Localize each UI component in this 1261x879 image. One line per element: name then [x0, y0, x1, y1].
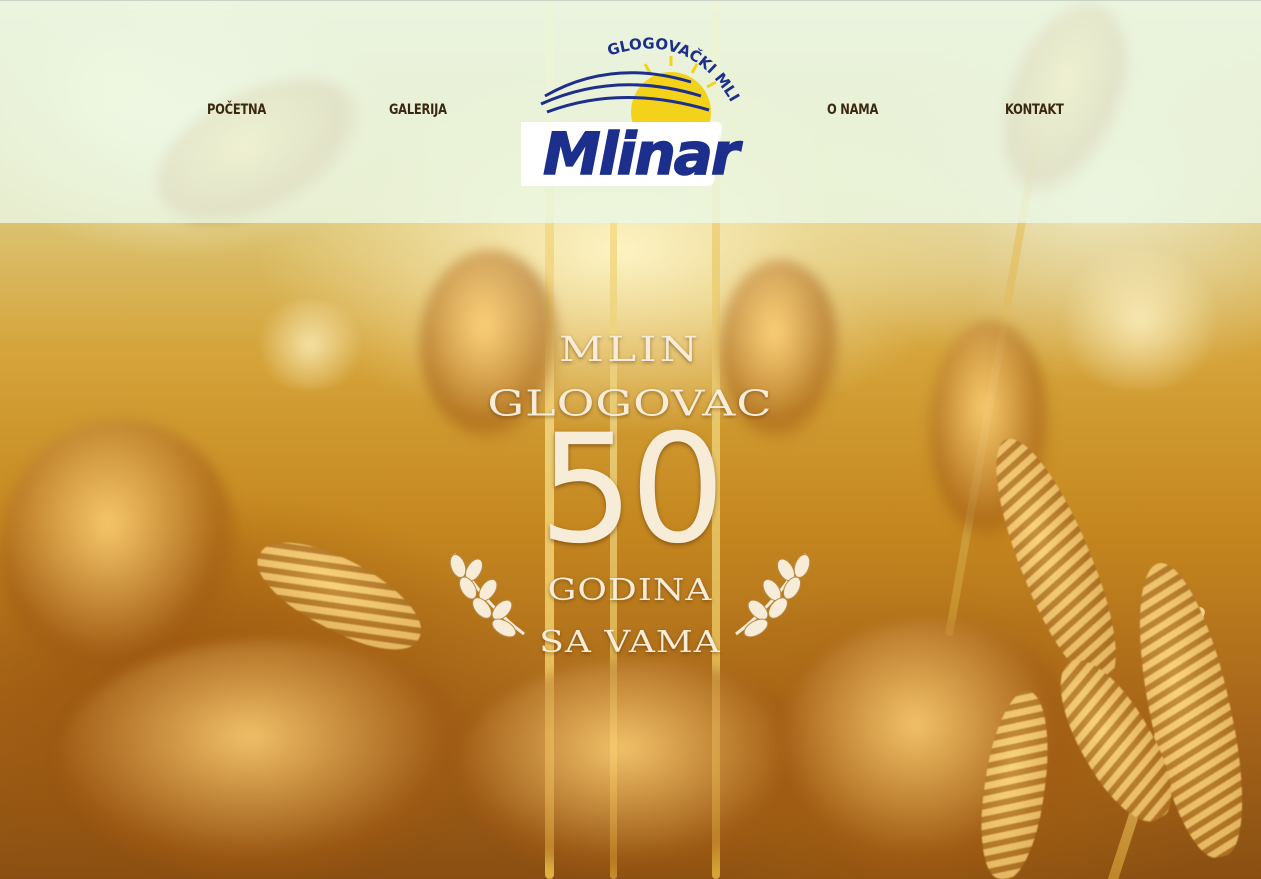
nav-link-kontakt[interactable]: KONTAKT — [1005, 102, 1064, 118]
anniversary-badge: MLIN GLOGOVAC 50 GODINA SA VAMA — [440, 318, 820, 678]
site-logo[interactable]: GLOGOVAČKI MLIN Mlinar — [506, 20, 746, 194]
logo-brand: Mlinar — [543, 120, 743, 188]
mlinar-logo: GLOGOVAČKI MLIN Mlinar — [506, 20, 746, 189]
bokeh-light — [250, 300, 370, 390]
nav-link-galerija[interactable]: GALERIJA — [389, 102, 447, 118]
badge-line-mlin: MLIN — [558, 329, 702, 370]
badge-line-godina: GODINA — [547, 573, 713, 608]
logo-arc-text: GLOGOVAČKI MLIN — [521, 34, 743, 105]
wheat-ear-blurred — [0, 420, 240, 680]
bokeh-light — [1050, 250, 1230, 390]
nav-link-pocetna[interactable]: POČETNA — [207, 102, 266, 118]
badge-line-sa-vama: SA VAMA — [539, 625, 721, 660]
wheat-ear-blurred — [460, 660, 820, 879]
nav-link-o-nama[interactable]: O NAMA — [827, 102, 878, 118]
wheat-ear-blurred — [60, 640, 480, 879]
site-header: POČETNA GALERIJA GLOGOVAČKI MLI Mlinar O… — [0, 0, 1261, 223]
